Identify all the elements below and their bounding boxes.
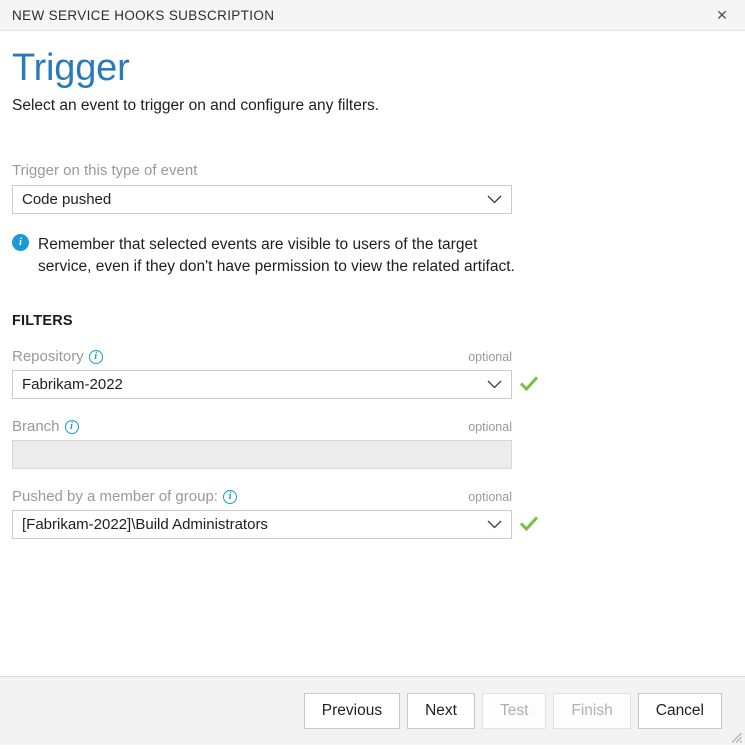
pushed-by-group-field: Pushed by a member of group: i optional … [12,488,733,539]
filters-heading: FILTERS [12,313,733,329]
branch-optional-tag: optional [468,420,512,434]
chevron-down-icon [487,520,502,529]
filters-section: FILTERS Repository i optional Fabrikam-2… [12,313,733,539]
repository-select-row: Fabrikam-2022 [12,370,733,399]
pushed-by-group-valid-check-icon [520,516,538,532]
close-icon[interactable]: ✕ [709,3,735,27]
pushed-by-group-label: Pushed by a member of group: i [12,488,237,505]
finish-button: Finish [553,693,630,729]
event-type-value: Code pushed [22,191,111,208]
pushed-by-group-select-row: [Fabrikam-2022]\Build Administrators [12,510,733,539]
repository-label-row: Repository i optional [12,348,512,365]
new-service-hooks-subscription-dialog: NEW SERVICE HOOKS SUBSCRIPTION ✕ Trigger… [0,0,745,745]
pushed-by-group-select[interactable]: [Fabrikam-2022]\Build Administrators [12,510,512,539]
pushed-by-group-optional-tag: optional [468,490,512,504]
event-type-label: Trigger on this type of event [12,162,733,179]
cancel-button[interactable]: Cancel [638,693,722,729]
repository-field: Repository i optional Fabrikam-2022 [12,348,733,399]
repository-valid-check-icon [520,376,538,392]
branch-label-row: Branch i optional [12,418,512,435]
repository-optional-tag: optional [468,350,512,364]
event-type-select-row: Code pushed [12,185,733,214]
next-button[interactable]: Next [407,693,475,729]
repository-select[interactable]: Fabrikam-2022 [12,370,512,399]
repository-label: Repository i [12,348,103,365]
info-circle-icon[interactable]: i [89,350,103,364]
repository-value: Fabrikam-2022 [22,376,123,393]
info-circle-icon[interactable]: i [223,490,237,504]
pushed-by-group-label-row: Pushed by a member of group: i optional [12,488,512,505]
event-type-field: Trigger on this type of event Code pushe… [12,162,733,214]
info-circle-icon[interactable]: i [65,420,79,434]
branch-label: Branch i [12,418,79,435]
branch-input-row [12,440,733,469]
previous-button[interactable]: Previous [304,693,400,729]
chevron-down-icon [487,195,502,204]
branch-field: Branch i optional [12,418,733,469]
page-title: Trigger [12,47,733,91]
branch-input [12,440,512,469]
dialog-title: NEW SERVICE HOOKS SUBSCRIPTION [12,8,274,23]
event-type-select[interactable]: Code pushed [12,185,512,214]
resize-grip-icon[interactable] [729,730,743,744]
chevron-down-icon [487,380,502,389]
events-visibility-notice-text: Remember that selected events are visibl… [38,234,517,279]
pushed-by-group-value: [Fabrikam-2022]\Build Administrators [22,516,268,533]
test-button: Test [482,693,546,729]
page-subtitle: Select an event to trigger on and config… [12,97,733,115]
dialog-content: Trigger Select an event to trigger on an… [0,31,745,676]
dialog-titlebar: NEW SERVICE HOOKS SUBSCRIPTION ✕ [0,0,745,31]
dialog-footer: Previous Next Test Finish Cancel [0,676,745,745]
info-filled-icon: i [12,234,29,251]
events-visibility-notice: i Remember that selected events are visi… [12,234,517,279]
